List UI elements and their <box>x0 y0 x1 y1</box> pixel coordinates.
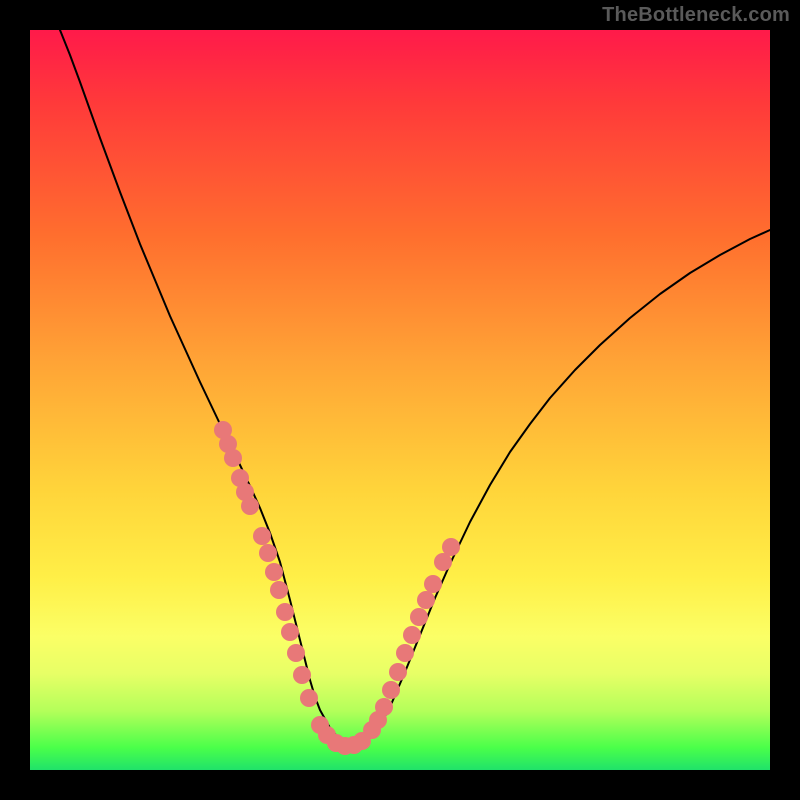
marker-dot <box>442 538 460 556</box>
marker-dot <box>259 544 277 562</box>
marker-dot <box>300 689 318 707</box>
marker-dot <box>224 449 242 467</box>
marker-dot <box>281 623 299 641</box>
marker-dot <box>396 644 414 662</box>
plot-area <box>30 30 770 770</box>
marker-dot <box>287 644 305 662</box>
plot-svg <box>30 30 770 770</box>
marker-dot <box>410 608 428 626</box>
marker-dot <box>241 497 259 515</box>
marker-dot <box>389 663 407 681</box>
marker-dot <box>265 563 283 581</box>
watermark-text: TheBottleneck.com <box>602 4 790 27</box>
marker-dot <box>253 527 271 545</box>
marker-dot <box>403 626 421 644</box>
marker-dot <box>293 666 311 684</box>
chart-stage: TheBottleneck.com <box>0 0 800 800</box>
marker-dot <box>375 698 393 716</box>
marker-dot <box>417 591 435 609</box>
marker-dot <box>270 581 288 599</box>
marker-dot <box>424 575 442 593</box>
marker-dot <box>276 603 294 621</box>
marker-dot <box>382 681 400 699</box>
